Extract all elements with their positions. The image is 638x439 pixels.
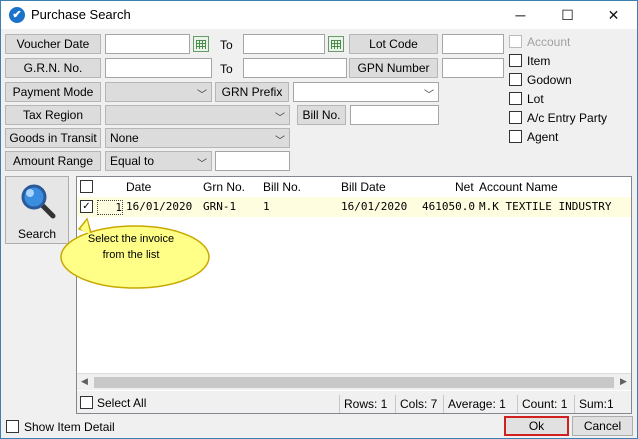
- godown-checkbox[interactable]: [509, 73, 522, 86]
- option-label: Agent: [527, 130, 559, 144]
- goods-in-transit-label: Goods in Transit: [5, 128, 101, 148]
- ac-entry-party-checkbox[interactable]: [509, 111, 522, 124]
- callout-line-1: Select the invoice: [87, 233, 175, 245]
- table-row[interactable]: ✓ 1 16/01/2020 GRN-1 1 16/01/2020 461050…: [77, 197, 631, 217]
- voucher-date-to-label: To: [220, 38, 233, 52]
- header-checkbox[interactable]: [80, 180, 93, 193]
- column-header-grn-no[interactable]: Grn No.: [203, 180, 245, 194]
- grn-no-label: G.R.N. No.: [5, 58, 101, 78]
- column-header-bill-no[interactable]: Bill No.: [263, 180, 301, 194]
- grn-prefix-label: GRN Prefix: [215, 82, 289, 102]
- cell-bill-no: 1: [263, 200, 270, 213]
- column-header-net[interactable]: Net: [455, 180, 474, 194]
- chevron-down-icon: ﹀: [275, 113, 285, 124]
- lot-code-label: Lot Code: [349, 34, 438, 54]
- amount-range-select[interactable]: Equal to ﹀: [105, 151, 212, 171]
- tax-region-select[interactable]: ﹀: [105, 105, 290, 125]
- cell-grn-no: GRN-1: [203, 200, 237, 213]
- voucher-date-from-input[interactable]: [105, 34, 190, 54]
- gpn-number-label: GPN Number: [349, 58, 438, 78]
- grn-no-to-input[interactable]: [243, 58, 347, 78]
- count-value: Count: 1: [517, 395, 567, 413]
- amount-range-label: Amount Range: [5, 151, 101, 171]
- chevron-down-icon: ﹀: [197, 90, 207, 101]
- grn-no-to-label: To: [220, 62, 233, 76]
- grn-prefix-select[interactable]: ﹀: [293, 82, 439, 102]
- cell-net: 461050.0: [422, 200, 475, 213]
- minimize-button[interactable]: ─: [498, 1, 543, 29]
- sum-value: Sum:1: [574, 395, 614, 413]
- rows-count: Rows: 1: [339, 395, 387, 413]
- results-grid[interactable]: Date Grn No. Bill No. Bill Date Net Acco…: [76, 176, 632, 414]
- voucher-date-to-input[interactable]: [243, 34, 325, 54]
- close-button[interactable]: ✕: [591, 1, 636, 29]
- lot-checkbox[interactable]: [509, 92, 522, 105]
- cell-account-name: M.K TEXTILE INDUSTRY: [479, 200, 612, 213]
- show-item-detail-checkbox[interactable]: [6, 420, 19, 433]
- option-label: Godown: [527, 73, 572, 87]
- row-checkbox[interactable]: ✓: [80, 200, 93, 213]
- calendar-icon[interactable]: [328, 36, 344, 52]
- voucher-date-label: Voucher Date: [5, 34, 101, 54]
- horizontal-scrollbar[interactable]: ◀ ▶: [77, 373, 631, 390]
- option-label: Item: [527, 54, 551, 68]
- agent-checkbox[interactable]: [509, 130, 522, 143]
- scroll-thumb[interactable]: [94, 377, 614, 388]
- bill-no-input[interactable]: [350, 105, 439, 125]
- app-icon: ✔: [9, 7, 25, 23]
- column-header-bill-date[interactable]: Bill Date: [341, 180, 386, 194]
- ok-button[interactable]: Ok: [504, 416, 569, 436]
- purchase-search-window: ✔ Purchase Search ─ ☐ ✕ Voucher Date To …: [0, 0, 638, 439]
- select-all-checkbox[interactable]: [80, 396, 93, 409]
- scroll-right-icon[interactable]: ▶: [620, 376, 627, 387]
- goods-in-transit-select[interactable]: None ﹀: [105, 128, 290, 148]
- tax-region-label: Tax Region: [5, 105, 101, 125]
- payment-mode-label: Payment Mode: [5, 82, 101, 102]
- row-number: 1: [97, 200, 123, 215]
- callout-text: Select the invoice from the list: [67, 231, 195, 263]
- option-label: Lot: [527, 92, 544, 106]
- maximize-button[interactable]: ☐: [545, 1, 590, 29]
- lot-code-input[interactable]: [442, 34, 504, 54]
- cell-bill-date: 16/01/2020: [341, 200, 408, 213]
- account-checkbox[interactable]: [509, 35, 522, 48]
- callout-line-2: from the list: [102, 249, 160, 261]
- select-all-label: Select All: [97, 396, 147, 410]
- show-item-detail-label: Show Item Detail: [24, 420, 115, 434]
- chevron-down-icon: ﹀: [424, 90, 434, 101]
- chevron-down-icon: ﹀: [197, 159, 207, 170]
- column-header-account-name[interactable]: Account Name: [479, 180, 558, 194]
- scroll-left-icon[interactable]: ◀: [81, 376, 88, 387]
- magnifier-icon: [21, 184, 56, 219]
- cancel-button[interactable]: Cancel: [572, 416, 633, 436]
- amount-input[interactable]: [215, 151, 290, 171]
- option-label: Account: [527, 35, 571, 49]
- average-value: Average: 1: [443, 395, 506, 413]
- cols-count: Cols: 7: [395, 395, 437, 413]
- option-label: A/c Entry Party: [527, 111, 608, 125]
- payment-mode-select[interactable]: ﹀: [105, 82, 212, 102]
- bill-no-label: Bill No.: [297, 105, 346, 125]
- gpn-number-input[interactable]: [442, 58, 504, 78]
- chevron-down-icon: ﹀: [275, 136, 285, 147]
- calendar-icon[interactable]: [193, 36, 209, 52]
- item-checkbox[interactable]: [509, 54, 522, 67]
- column-header-date[interactable]: Date: [126, 180, 151, 194]
- grn-no-from-input[interactable]: [105, 58, 212, 78]
- title-bar[interactable]: ✔ Purchase Search ─ ☐ ✕: [1, 1, 637, 29]
- window-title: Purchase Search: [31, 7, 131, 22]
- cell-date: 16/01/2020: [126, 200, 193, 213]
- grid-footer: Select All Rows: 1 Cols: 7 Average: 1 Co…: [77, 391, 631, 413]
